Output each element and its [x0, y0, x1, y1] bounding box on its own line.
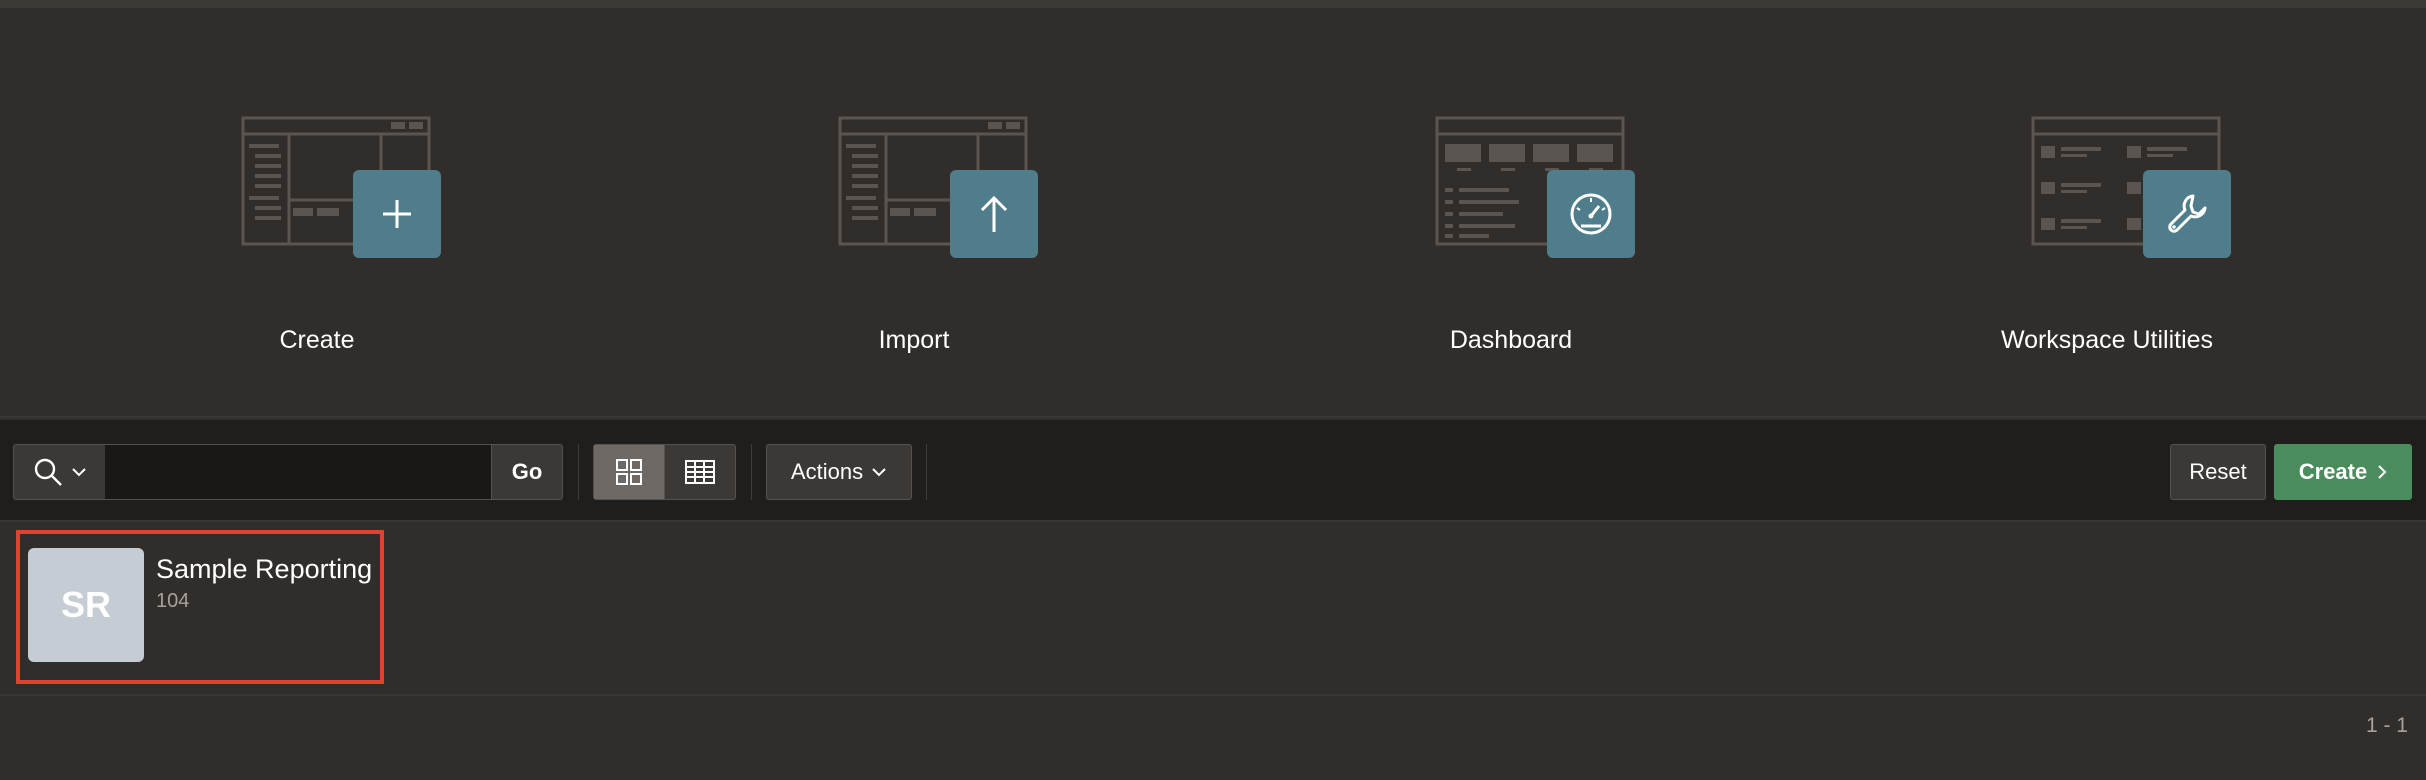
quick-actions-panel: Create Import Dashboard Workspace Utilit… [0, 8, 2426, 418]
grid-view-button[interactable] [593, 444, 665, 500]
table-view-icon [685, 460, 715, 484]
app-builder-illustration [241, 116, 441, 276]
gauge-badge [1547, 170, 1635, 258]
app-name[interactable]: Sample Reporting [156, 554, 372, 585]
toolbar-divider [926, 444, 927, 500]
app-id: 104 [156, 590, 190, 612]
arrow-up-badge [950, 170, 1038, 258]
chevron-right-icon [2378, 465, 2387, 479]
app-search-toolbar: Go Actions Reset Create [0, 420, 2426, 522]
top-strip [0, 0, 2426, 8]
create-label: Create [2298, 459, 2368, 484]
import-illustration [838, 116, 1038, 276]
search-options-button[interactable] [13, 444, 106, 500]
workspace-utilities-tile[interactable]: Workspace Utilities [1957, 116, 2257, 376]
utilities-illustration [2031, 116, 2231, 276]
table-view-button[interactable] [664, 444, 736, 500]
create-tile-label: Create [279, 326, 355, 354]
chevron-down-icon [872, 468, 886, 477]
create-app-tile[interactable]: Create [167, 116, 467, 376]
dashboard-tile-label: Dashboard [1449, 326, 1573, 354]
reset-button[interactable]: Reset [2170, 444, 2266, 500]
import-app-tile[interactable]: Import [764, 116, 1064, 376]
import-tile-label: Import [878, 326, 950, 354]
plus-badge [353, 170, 441, 258]
app-card[interactable]: SR Sample Reporting 104 [16, 530, 384, 684]
create-button[interactable]: Create [2274, 444, 2412, 500]
actions-menu-button[interactable]: Actions [766, 444, 912, 500]
gauge-icon [1570, 193, 1612, 235]
pagination-info: 1 - 1 [2365, 714, 2408, 737]
go-button[interactable]: Go [491, 444, 563, 500]
dashboard-tile[interactable]: Dashboard [1361, 116, 1661, 376]
app-avatar: SR [28, 548, 144, 662]
workspace-utilities-tile-label: Workspace Utilities [2000, 326, 2214, 354]
toolbar-divider [578, 444, 579, 500]
chevron-down-icon [71, 468, 86, 477]
search-input[interactable] [105, 444, 492, 500]
plus-icon [383, 200, 411, 228]
applications-list: SR Sample Reporting 104 [0, 524, 2426, 696]
wrench-badge [2143, 170, 2231, 258]
grid-view-icon [616, 459, 642, 485]
wrench-icon [2168, 194, 2207, 233]
actions-label: Actions [790, 459, 864, 484]
dashboard-illustration [1435, 116, 1635, 276]
search-icon [34, 458, 62, 486]
toolbar-divider [751, 444, 752, 500]
arrow-up-icon [980, 195, 1008, 232]
